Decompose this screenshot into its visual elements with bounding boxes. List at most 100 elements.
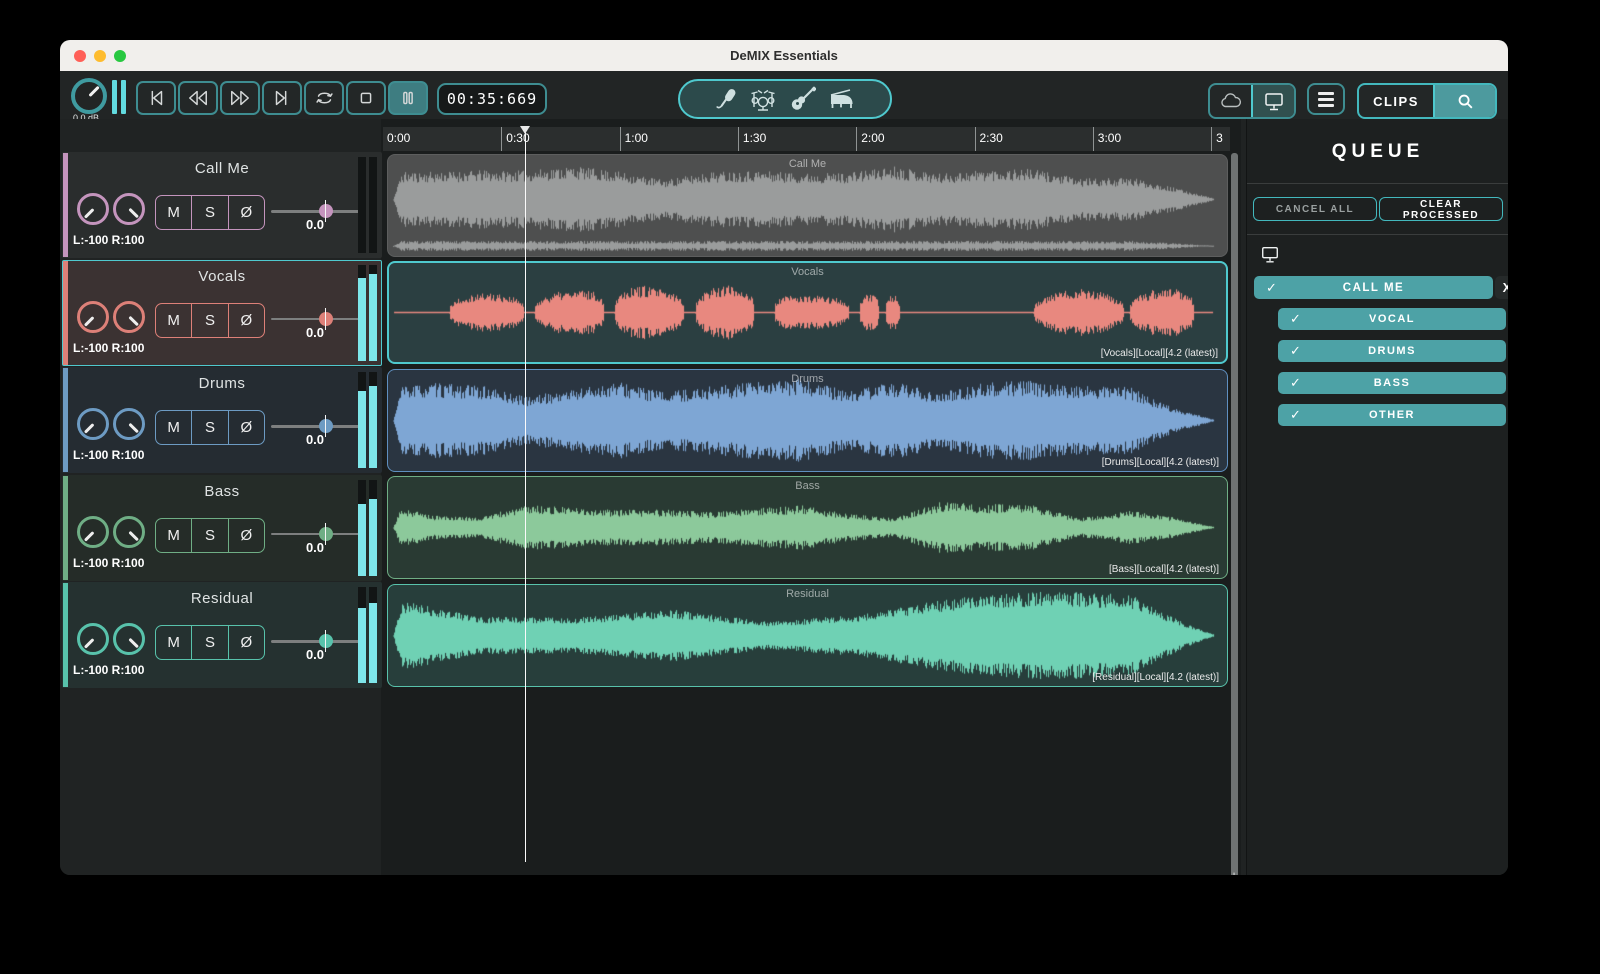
waveform [388,584,1227,686]
pan-right-knob[interactable] [113,623,145,655]
track-header[interactable]: Call Me L:-100 R:100 M S Ø 0.0 [62,152,382,258]
solo-button[interactable]: S [191,411,227,444]
phase-button[interactable]: Ø [227,626,264,659]
timeline-ruler[interactable]: 0:00 0:30 1:00 1:30 2:00 2:30 3:00 3 [383,127,1230,151]
solo-button[interactable]: S [191,196,227,229]
gain-value: 0.0 [305,647,325,662]
vertical-scrollbar[interactable] [1231,153,1238,875]
track-header[interactable]: Bass L:-100 R:100 M S Ø 0.0 [62,474,382,581]
track-lane: Bass [Bass][Local][4.2 (latest)] [385,475,1230,581]
phase-button[interactable]: Ø [227,518,264,552]
mute-button[interactable]: M [156,196,191,229]
solo-button[interactable]: S [191,518,227,552]
gain-value: 0.0 [305,217,325,232]
search-button[interactable] [1435,85,1495,117]
mute-button[interactable]: M [156,626,191,659]
pan-right-knob[interactable] [113,300,145,333]
ruler-tick: 1:00 [619,127,648,151]
pan-left-knob[interactable] [77,300,109,333]
master-volume-knob[interactable] [71,78,107,114]
pan-right-knob[interactable] [113,515,145,548]
mute-button[interactable]: M [156,519,191,552]
audio-clip[interactable]: Bass [Bass][Local][4.2 (latest)] [387,476,1228,579]
vertical-scrollbar-thumb[interactable] [1231,153,1238,875]
queue-stem-list: ✓ VOCAL ✓ DRUMS ✓ BASS ✓ OTHER [1278,308,1506,426]
solo-button[interactable]: S [191,303,227,337]
pan-right-knob[interactable] [113,193,145,225]
zoom-window-button[interactable] [114,49,126,62]
local-processing-button[interactable] [1253,85,1294,117]
skip-end-button[interactable] [262,81,302,115]
track-lane: Drums [Drums][Local][4.2 (latest)] [385,367,1230,473]
time-value: 00:35:669 [446,90,538,108]
track-row: Vocals L:-100 R:100 M S Ø 0.0 Vocals [Vo… [62,259,1230,366]
queue-job[interactable]: ✓ CALL ME X [1254,276,1508,299]
pan-left-knob[interactable] [77,515,109,548]
close-window-button[interactable] [74,49,86,62]
mute-button[interactable]: M [156,304,191,337]
phase-button[interactable]: Ø [227,196,264,229]
audio-clip[interactable]: Call Me [387,153,1228,257]
skip-start-button[interactable] [136,81,176,115]
track-header[interactable]: Drums L:-100 R:100 M S Ø 0.0 [62,367,382,473]
pan-left-knob[interactable] [77,408,109,440]
track-meters [358,372,377,468]
audio-clip[interactable]: Vocals [Vocals][Local][4.2 (latest)] [387,261,1228,364]
rewind-button[interactable] [178,81,218,115]
waveform [388,369,1227,471]
mute-button[interactable]: M [156,411,191,444]
pan-left-knob[interactable] [77,623,109,655]
track-list: Call Me L:-100 R:100 M S Ø 0.0 Call Me V… [62,152,1230,690]
hamburger-icon [1318,91,1334,95]
track-header[interactable]: Residual L:-100 R:100 M S Ø 0.0 [62,582,382,688]
clip-tag: [Residual][Local][4.2 (latest)] [1092,671,1219,683]
cloud-processing-button[interactable] [1210,85,1251,117]
minimize-window-button[interactable] [94,49,106,62]
pan-left-knob[interactable] [77,193,109,225]
track-button-group: M S Ø [155,410,265,445]
clear-processed-button[interactable]: CLEAR PROCESSED [1379,197,1503,221]
gain-value: 0.0 [305,432,325,447]
queue-stem-item[interactable]: ✓ VOCAL [1278,308,1506,330]
processing-location-toggle [1208,83,1296,119]
add-track-button[interactable]: + [1224,868,1244,875]
track-title: Residual [190,590,254,607]
track-title: Call Me [194,160,250,177]
queue-stem-item[interactable]: ✓ DRUMS [1278,340,1506,362]
phase-button[interactable]: Ø [227,303,264,337]
phase-button[interactable]: Ø [227,411,264,444]
search-icon [1458,94,1473,109]
track-title: Drums [198,375,246,392]
playhead[interactable] [519,126,530,862]
menu-button[interactable] [1307,83,1345,115]
transport-controls [136,81,428,115]
gain-value: 0.0 [305,539,325,555]
drums-icon [751,89,775,111]
track-header[interactable]: Vocals L:-100 R:100 M S Ø 0.0 [62,259,382,366]
stop-button[interactable] [346,81,386,115]
cancel-all-button[interactable]: CANCEL ALL [1253,197,1377,221]
pan-right-knob[interactable] [113,408,145,440]
solo-button[interactable]: S [191,626,227,659]
audio-clip[interactable]: Residual [Residual][Local][4.2 (latest)] [387,583,1228,687]
pause-button[interactable] [388,81,428,115]
audio-clip[interactable]: Drums [Drums][Local][4.2 (latest)] [387,368,1228,472]
desktop: DeMIX Essentials 0.0 dB 00:35:669 CLIPS … [0,0,1600,974]
queue-stem-label: DRUMS [1368,345,1416,357]
clips-button[interactable]: CLIPS [1359,85,1433,117]
stem-selector-pill[interactable] [678,79,892,119]
queue-stem-item[interactable]: ✓ OTHER [1278,404,1506,426]
local-device-icon [1259,245,1508,270]
remove-job-button[interactable]: X [1495,276,1508,299]
queue-job-name: CALL ME [1342,281,1405,294]
track-meters [358,587,377,683]
pan-range-label: L:-100 R:100 [73,555,145,570]
loop-button[interactable] [304,81,344,115]
pan-range-label: L:-100 R:100 [73,448,145,462]
toolbar: 0.0 dB 00:35:669 CLIPS [60,71,1508,123]
track-lane: Vocals [Vocals][Local][4.2 (latest)] [385,260,1230,366]
clip-label: Call Me [788,157,827,170]
fast-forward-button[interactable] [220,81,260,115]
queue-stem-item[interactable]: ✓ BASS [1278,372,1506,394]
pan-range-label: L:-100 R:100 [73,233,145,247]
